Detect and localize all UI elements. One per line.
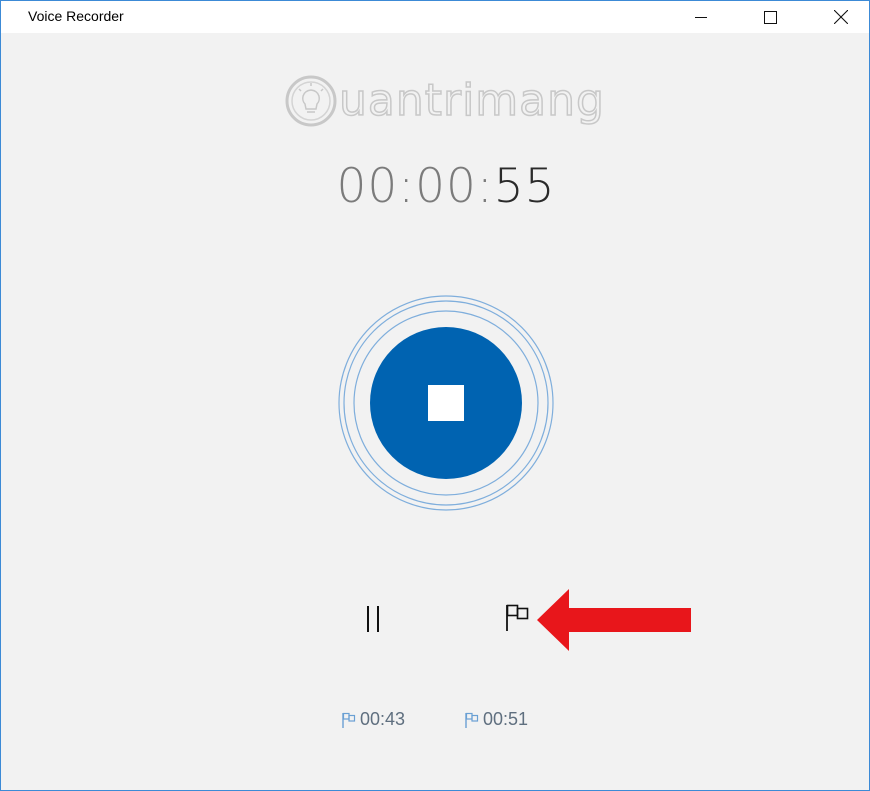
voice-recorder-window: Voice Recorder uantrimang 00:00:55 00:43… bbox=[0, 0, 870, 791]
stop-recording-button[interactable] bbox=[337, 294, 555, 512]
lightbulb-logo-icon bbox=[285, 75, 337, 127]
timer-dim-part: 00:00: bbox=[336, 159, 494, 214]
minimize-icon bbox=[695, 17, 707, 18]
watermark-logo: uantrimang bbox=[281, 71, 631, 133]
marker-item[interactable]: 00:43 bbox=[341, 709, 405, 730]
watermark-text: uantrimang bbox=[338, 74, 605, 127]
red-arrow-annotation bbox=[537, 589, 691, 651]
timer-seconds: 55 bbox=[493, 159, 556, 214]
stop-icon bbox=[428, 385, 464, 421]
close-button[interactable] bbox=[818, 1, 864, 33]
marker-time: 00:43 bbox=[360, 709, 406, 729]
recording-pulse-rings bbox=[338, 295, 554, 511]
marker-item[interactable]: 00:51 bbox=[464, 709, 528, 730]
flag-icon bbox=[465, 712, 479, 728]
close-icon bbox=[834, 10, 848, 24]
maximize-button[interactable] bbox=[747, 1, 793, 33]
pause-button[interactable] bbox=[353, 599, 393, 639]
pause-icon bbox=[367, 606, 379, 632]
maximize-icon bbox=[763, 10, 777, 24]
add-marker-button[interactable] bbox=[497, 597, 537, 637]
marker-time: 00:51 bbox=[483, 709, 529, 729]
minimize-button[interactable] bbox=[678, 1, 724, 33]
window-title: Voice Recorder bbox=[28, 8, 124, 24]
flag-icon bbox=[342, 712, 356, 728]
elapsed-timer: 00:00:55 bbox=[1, 159, 869, 214]
flag-icon bbox=[506, 604, 529, 631]
title-bar[interactable]: Voice Recorder bbox=[1, 1, 869, 33]
